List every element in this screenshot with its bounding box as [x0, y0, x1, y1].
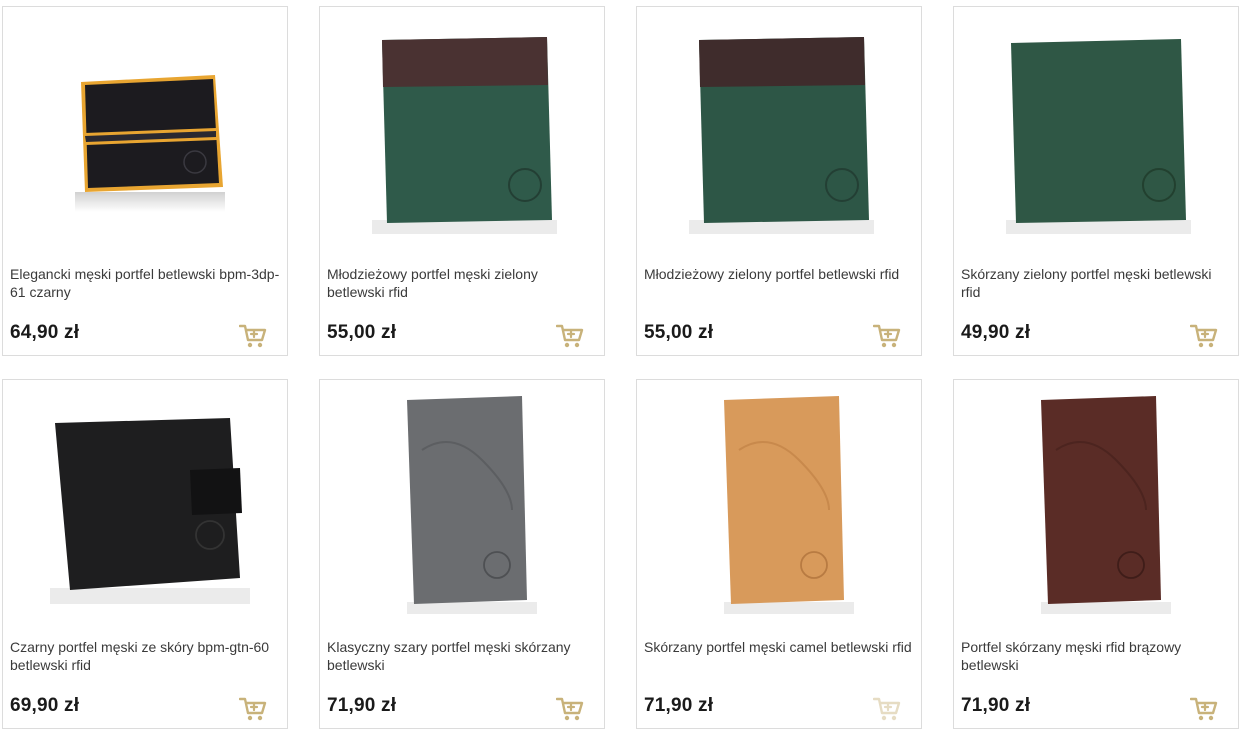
product-title[interactable]: Portfel skórzany męski rfid brązowy betl… — [961, 638, 1231, 674]
product-grid: Elegancki męski portfel betlewski bpm-3d… — [0, 0, 1246, 737]
add-to-cart-icon[interactable] — [239, 323, 267, 349]
wallet-image — [75, 75, 225, 212]
wallet-image — [50, 417, 250, 604]
product-title[interactable]: Czarny portfel męski ze skóry bpm-gtn-60… — [10, 638, 280, 674]
product-title[interactable]: Elegancki męski portfel betlewski bpm-3d… — [10, 265, 280, 301]
product-card[interactable]: Skórzany portfel męski camel betlewski r… — [636, 379, 922, 729]
product-image[interactable] — [320, 380, 604, 630]
product-card[interactable]: Klasyczny szary portfel męski skórzany b… — [319, 379, 605, 729]
wallet-image — [689, 36, 874, 234]
wallet-image — [407, 396, 537, 614]
product-card[interactable]: Czarny portfel męski ze skóry bpm-gtn-60… — [2, 379, 288, 729]
product-title[interactable]: Młodzieżowy portfel męski zielony betlew… — [327, 265, 597, 301]
wallet-image — [1041, 396, 1171, 614]
product-price: 55,00 zł — [644, 322, 714, 343]
product-image[interactable] — [3, 7, 287, 257]
product-image[interactable] — [954, 7, 1238, 257]
product-price: 71,90 zł — [961, 695, 1031, 716]
product-image[interactable] — [637, 380, 921, 630]
product-title[interactable]: Klasyczny szary portfel męski skórzany b… — [327, 638, 597, 674]
product-price: 49,90 zł — [961, 322, 1031, 343]
add-to-cart-icon[interactable] — [239, 696, 267, 722]
product-title[interactable]: Młodzieżowy zielony portfel betlewski rf… — [644, 265, 914, 283]
product-image[interactable] — [637, 7, 921, 257]
product-card[interactable]: Młodzieżowy portfel męski zielony betlew… — [319, 6, 605, 356]
product-price: 71,90 zł — [644, 695, 714, 716]
product-image[interactable] — [954, 380, 1238, 630]
product-price: 64,90 zł — [10, 322, 80, 343]
wallet-image — [724, 396, 854, 614]
add-to-cart-icon[interactable] — [1190, 696, 1218, 722]
add-to-cart-icon[interactable] — [556, 323, 584, 349]
wallet-image — [1006, 38, 1191, 234]
product-image[interactable] — [320, 7, 604, 257]
product-card[interactable]: Elegancki męski portfel betlewski bpm-3d… — [2, 6, 288, 356]
add-to-cart-icon[interactable] — [556, 696, 584, 722]
add-to-cart-icon[interactable] — [1190, 323, 1218, 349]
product-image[interactable] — [3, 380, 287, 630]
product-card[interactable]: Skórzany zielony portfel męski betlewski… — [953, 6, 1239, 356]
wallet-image — [372, 36, 557, 234]
product-card[interactable]: Portfel skórzany męski rfid brązowy betl… — [953, 379, 1239, 729]
product-price: 55,00 zł — [327, 322, 397, 343]
product-title[interactable]: Skórzany zielony portfel męski betlewski… — [961, 265, 1231, 301]
product-price: 69,90 zł — [10, 695, 80, 716]
product-card[interactable]: Młodzieżowy zielony portfel betlewski rf… — [636, 6, 922, 356]
product-price: 71,90 zł — [327, 695, 397, 716]
add-to-cart-icon[interactable] — [873, 696, 901, 722]
product-title[interactable]: Skórzany portfel męski camel betlewski r… — [644, 638, 914, 656]
add-to-cart-icon[interactable] — [873, 323, 901, 349]
